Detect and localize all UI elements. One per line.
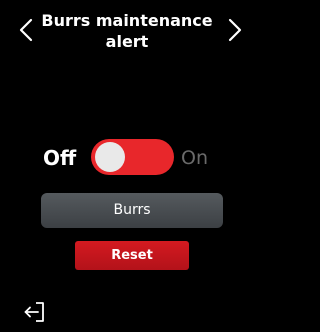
title-line-2: alert (105, 32, 149, 51)
reset-button[interactable]: Reset (75, 241, 189, 270)
chevron-right-icon[interactable] (225, 17, 245, 43)
page-title: Burrs maintenance alert (40, 10, 214, 52)
toggle-on-label: On (181, 147, 208, 169)
alert-toggle-row: Off On (0, 138, 249, 178)
alert-toggle-switch[interactable] (91, 139, 174, 175)
exit-icon[interactable] (23, 300, 47, 324)
title-line-1: Burrs maintenance (41, 11, 213, 30)
chevron-left-icon[interactable] (16, 17, 36, 43)
toggle-knob[interactable] (95, 142, 125, 172)
toggle-off-label: Off (43, 146, 77, 170)
burrs-alert-screen: Burrs maintenance alert Off On Burrs Res… (0, 0, 249, 332)
burrs-button[interactable]: Burrs (41, 193, 223, 228)
